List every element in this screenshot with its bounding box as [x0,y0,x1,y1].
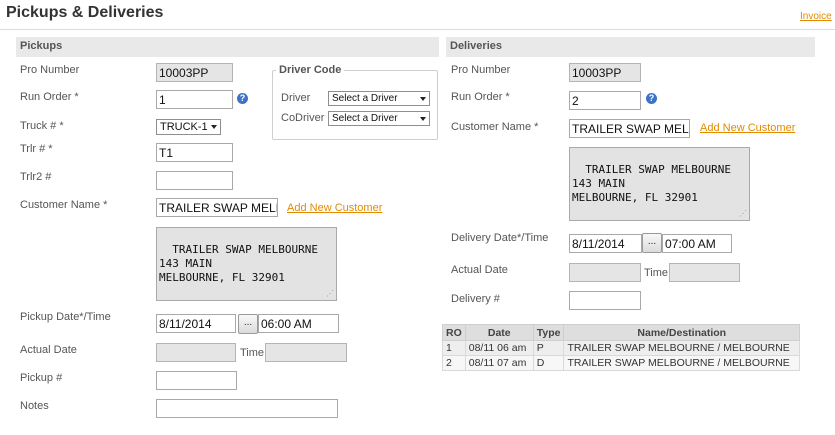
driver-label: Driver [281,92,311,104]
delivery-actual-time-label: Time [644,267,669,279]
trlr2-input[interactable] [156,171,233,190]
column-header-date: Date [464,324,534,341]
delivery-add-new-customer-link[interactable]: Add New Customer [700,122,795,134]
chevron-down-icon [420,117,426,121]
chevron-down-icon [211,125,217,129]
codriver-select-value: Select a Driver [332,113,398,124]
cell-type: D [532,355,565,371]
pickup-run-order-label: Run Order * [20,91,79,103]
delivery-actual-time-field [669,263,740,282]
pickup-actual-time-label: Time [240,347,265,359]
delivery-address-textarea[interactable]: TRAILER SWAP MELBOURNE 143 MAIN MELBOURN… [569,147,750,221]
pickup-actual-time-field [265,343,347,362]
chevron-down-icon [420,97,426,101]
resize-grip-icon[interactable]: ⋰ [739,210,747,218]
truck-label: Truck # * [20,120,64,132]
delivery-datetime-label: Delivery Date*/Time [451,232,549,244]
pickup-number-label: Pickup # [20,372,63,384]
page-title: Pickups & Deliveries [6,4,164,21]
delivery-number-label: Delivery # [451,293,500,305]
stops-table: RO Date Type Name/Destination 1 08/11 06… [442,324,800,371]
table-row[interactable]: 2 08/11 07 am D TRAILER SWAP MELBOURNE /… [442,355,800,371]
cell-date: 08/11 06 am [464,340,534,356]
pickup-address-text: TRAILER SWAP MELBOURNE 143 MAIN MELBOURN… [159,243,318,284]
truck-select-value: TRUCK-1 [160,121,208,133]
deliveries-section-title: Deliveries [450,40,502,52]
pickup-add-new-customer-link[interactable]: Add New Customer [287,202,382,214]
invoice-link[interactable]: Invoice [800,11,832,22]
pickup-customer-name-label: Customer Name * [20,199,108,211]
cell-name-destination: TRAILER SWAP MELBOURNE / MELBOURNE [563,340,800,356]
pickup-address-textarea[interactable]: TRAILER SWAP MELBOURNE 143 MAIN MELBOURN… [156,227,337,301]
driver-select[interactable]: Select a Driver [328,91,430,106]
resize-grip-icon[interactable]: ⋰ [326,290,334,298]
pickup-date-picker-button[interactable]: ... [238,314,258,334]
pickup-actual-date-field [156,343,236,362]
delivery-date-input[interactable]: 8/11/2014 [569,234,642,253]
delivery-customer-name-label: Customer Name * [451,121,539,133]
pickup-actual-date-label: Actual Date [20,344,77,356]
cell-type: P [532,340,565,356]
column-header-name-destination: Name/Destination [563,324,800,341]
driver-select-value: Select a Driver [332,93,398,104]
cell-date: 08/11 07 am [464,355,534,371]
trlr-label: Trlr # * [20,143,53,155]
cell-ro: 2 [442,355,466,371]
pickup-date-input[interactable]: 8/11/2014 [156,314,236,333]
pickup-pro-number-label: Pro Number [20,64,80,76]
notes-label: Notes [20,400,49,412]
pickups-section-header: Pickups [16,37,439,57]
table-row[interactable]: 1 08/11 06 am P TRAILER SWAP MELBOURNE /… [442,340,800,356]
delivery-date-picker-button[interactable]: ... [642,233,662,253]
cell-ro: 1 [442,340,466,356]
deliveries-section-header: Deliveries [446,37,815,57]
cell-name-destination: TRAILER SWAP MELBOURNE / MELBOURNE [563,355,800,371]
delivery-actual-date-field [569,263,641,282]
info-icon[interactable]: ? [237,93,248,104]
stops-table-header-row: RO Date Type Name/Destination [442,324,800,341]
pickup-datetime-label: Pickup Date*/Time [20,311,111,323]
delivery-pro-number-label: Pro Number [451,64,511,76]
truck-select[interactable]: TRUCK-1 [156,119,221,135]
pickup-customer-name-input[interactable]: TRAILER SWAP MELBOURNE [156,198,278,217]
delivery-address-text: TRAILER SWAP MELBOURNE 143 MAIN MELBOURN… [572,163,731,204]
pickups-section-title: Pickups [20,40,63,52]
codriver-select[interactable]: Select a Driver [328,111,430,126]
driver-code-legend: Driver Code [276,64,345,76]
trlr-input[interactable]: T1 [156,143,233,162]
delivery-pro-number-field: 10003PP [569,63,641,82]
title-divider [0,29,835,30]
pickup-run-order-input[interactable]: 1 [156,90,233,109]
column-header-type: Type [532,324,565,341]
trlr2-label: Trlr2 # [20,171,52,183]
delivery-actual-date-label: Actual Date [451,264,508,276]
info-icon[interactable]: ? [646,93,657,104]
codriver-label: CoDriver [281,112,325,124]
pickup-number-input[interactable] [156,371,237,390]
delivery-run-order-input[interactable]: 2 [569,91,641,110]
delivery-run-order-label: Run Order * [451,91,510,103]
column-header-ro: RO [442,324,466,341]
delivery-time-input[interactable]: 07:00 AM [662,234,732,253]
pickup-time-input[interactable]: 06:00 AM [258,314,339,333]
notes-input[interactable] [156,399,338,418]
pickup-pro-number-field: 10003PP [156,63,233,82]
delivery-customer-name-input[interactable]: TRAILER SWAP MELBOURNE [569,119,690,138]
delivery-number-input[interactable] [569,291,641,310]
